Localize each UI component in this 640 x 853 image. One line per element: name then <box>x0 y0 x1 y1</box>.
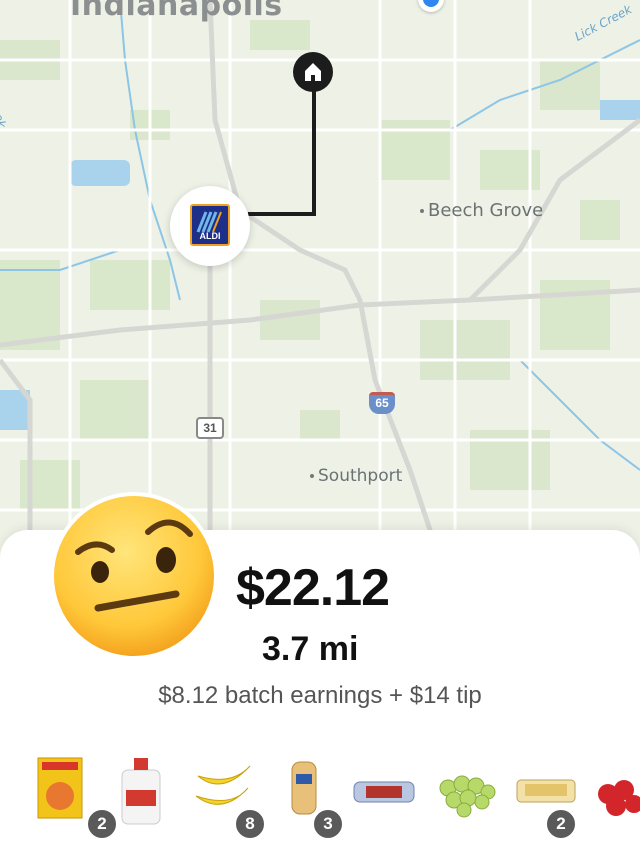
item-count-badge: 2 <box>86 808 118 840</box>
place-label-beech-grove: Beech Grove <box>420 200 543 221</box>
item-snack-cakes[interactable]: 2 <box>515 756 585 840</box>
map-view[interactable]: Indianapolis Beech Grove Southport Lick … <box>0 0 640 560</box>
item-bananas[interactable]: 8 <box>192 756 266 840</box>
house-icon <box>305 63 321 81</box>
store-logo-text: ALDI <box>199 231 221 241</box>
offer-price: $22.12 <box>236 559 390 617</box>
item-boxed-meal-kit[interactable]: 2 <box>36 756 118 840</box>
home-pin-icon[interactable] <box>293 52 333 92</box>
item-count-badge: 8 <box>234 808 266 840</box>
meal-kit-box-icon <box>37 757 83 819</box>
milk-jug-icon <box>121 758 161 825</box>
grapes-icon <box>439 775 496 818</box>
item-cookies-pack[interactable] <box>352 756 422 832</box>
item-strawberries[interactable] <box>596 756 640 832</box>
store-pin[interactable]: ALDI <box>170 186 250 266</box>
offer-distance: 3.7 mi <box>262 630 359 668</box>
item-sliced-bread[interactable]: 3 <box>288 756 358 840</box>
place-label-southport: Southport <box>310 466 402 486</box>
item-count-badge: 3 <box>312 808 344 840</box>
cookie-pack-icon <box>353 781 415 803</box>
earnings-breakdown: $8.12 batch earnings + $14 tip <box>158 682 482 709</box>
bread-loaf-icon <box>291 761 317 815</box>
item-green-grapes[interactable] <box>434 756 504 832</box>
raised-eyebrow-emoji-icon <box>50 492 218 660</box>
item-thumbnails[interactable]: 2 8 3 2 <box>0 756 640 840</box>
interstate-shield: 65 <box>369 392 395 414</box>
us-route-shield: 31 <box>196 417 224 439</box>
snack-cakes-icon <box>516 779 576 803</box>
city-label: Indianapolis <box>70 0 283 23</box>
item-milk-gallon[interactable] <box>118 756 188 832</box>
item-count-badge: 2 <box>545 808 577 840</box>
store-logo-icon: ALDI <box>190 204 230 246</box>
strawberries-icon <box>598 780 640 816</box>
